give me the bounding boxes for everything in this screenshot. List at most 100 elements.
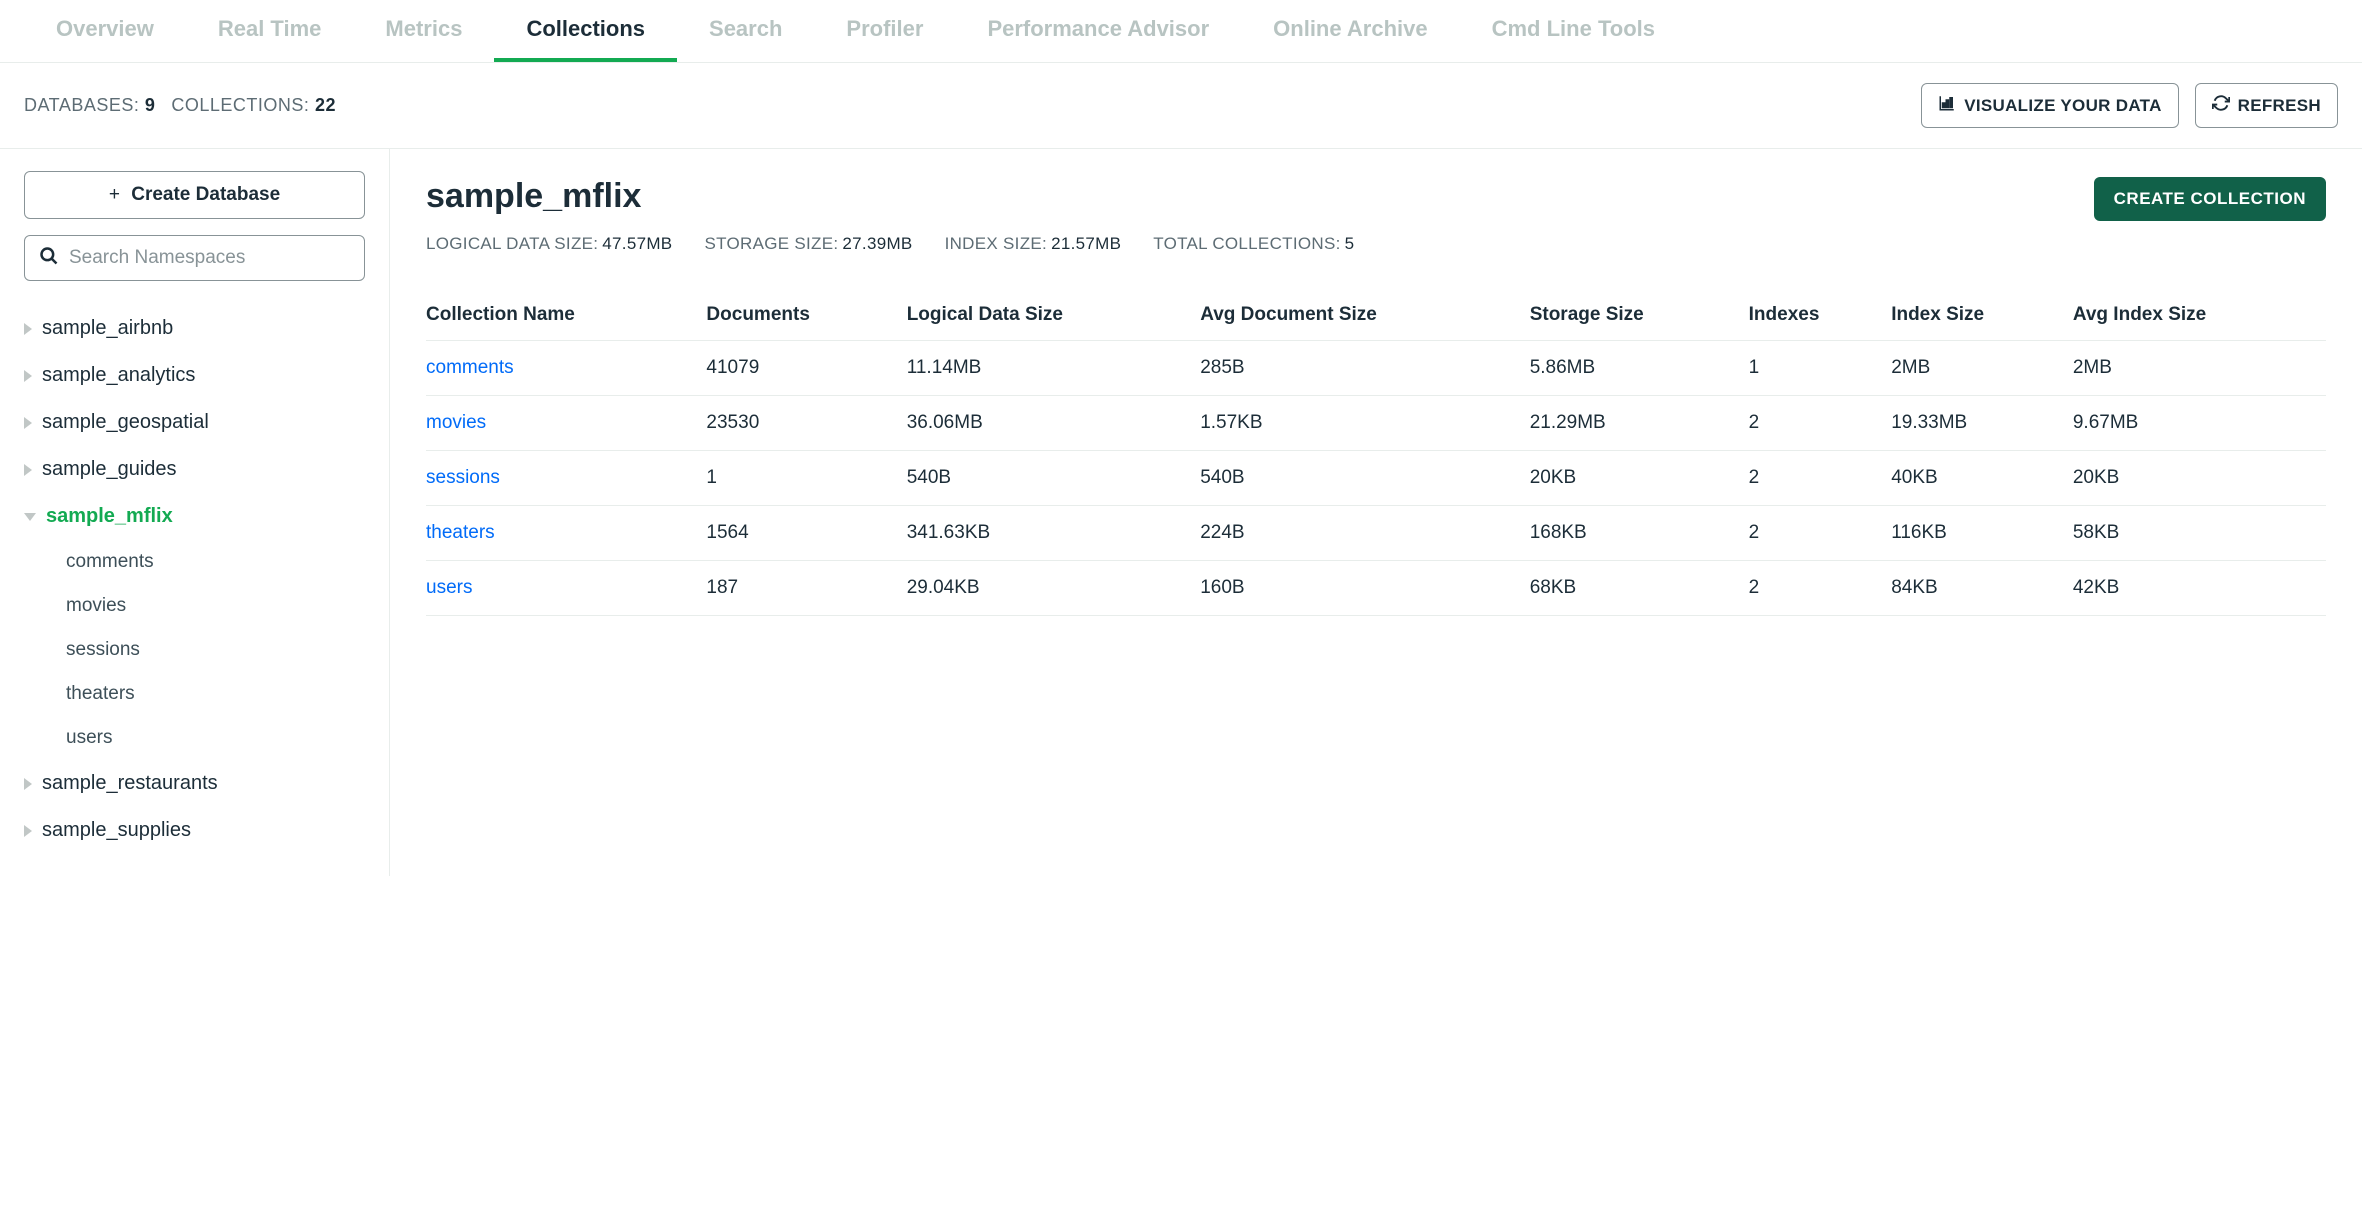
top-tabs: OverviewReal TimeMetricsCollectionsSearc… bbox=[0, 0, 2362, 63]
col-header[interactable]: Logical Data Size bbox=[907, 290, 1201, 341]
cell-index_size: 2MB bbox=[1891, 341, 2073, 396]
cell-storage_size: 168KB bbox=[1530, 506, 1749, 561]
col-header[interactable]: Documents bbox=[706, 290, 906, 341]
sidebar-collection-sessions[interactable]: sessions bbox=[24, 628, 365, 672]
cell-logical_data_size: 29.04KB bbox=[907, 561, 1201, 616]
collection-link-comments[interactable]: comments bbox=[426, 341, 706, 396]
col-header[interactable]: Storage Size bbox=[1530, 290, 1749, 341]
sidebar-collection-users[interactable]: users bbox=[24, 716, 365, 760]
col-header[interactable]: Index Size bbox=[1891, 290, 2073, 341]
table-row: comments4107911.14MB285B5.86MB12MB2MB bbox=[426, 341, 2326, 396]
col-header[interactable]: Avg Index Size bbox=[2073, 290, 2326, 341]
sidebar-db-sample_guides[interactable]: sample_guides bbox=[24, 446, 365, 493]
chevron-down-icon bbox=[24, 513, 36, 521]
tab-cmd-line-tools[interactable]: Cmd Line Tools bbox=[1460, 0, 1687, 62]
sidebar-db-sample_analytics[interactable]: sample_analytics bbox=[24, 352, 365, 399]
db-stat: STORAGE SIZE:27.39MB bbox=[704, 234, 912, 254]
collections-count: 22 bbox=[315, 95, 336, 115]
stat-value: 21.57MB bbox=[1051, 234, 1121, 253]
cell-documents: 41079 bbox=[706, 341, 906, 396]
col-header[interactable]: Avg Document Size bbox=[1200, 290, 1529, 341]
sidebar-db-label: sample_restaurants bbox=[42, 772, 218, 795]
create-collection-button[interactable]: CREATE COLLECTION bbox=[2094, 177, 2326, 221]
cell-storage_size: 5.86MB bbox=[1530, 341, 1749, 396]
sidebar-collection-movies[interactable]: movies bbox=[24, 584, 365, 628]
stat-value: 47.57MB bbox=[602, 234, 672, 253]
db-stat: TOTAL COLLECTIONS:5 bbox=[1153, 234, 1354, 254]
tab-performance-advisor[interactable]: Performance Advisor bbox=[955, 0, 1241, 62]
databases-label: DATABASES: bbox=[24, 95, 139, 115]
chevron-right-icon bbox=[24, 417, 32, 429]
tab-collections[interactable]: Collections bbox=[494, 0, 677, 62]
sidebar-collection-comments[interactable]: comments bbox=[24, 540, 365, 584]
table-row: movies2353036.06MB1.57KB21.29MB219.33MB9… bbox=[426, 396, 2326, 451]
refresh-button[interactable]: REFRESH bbox=[2195, 83, 2338, 128]
table-row: users18729.04KB160B68KB284KB42KB bbox=[426, 561, 2326, 616]
db-stat: LOGICAL DATA SIZE:47.57MB bbox=[426, 234, 672, 254]
cell-avg_doc_size: 160B bbox=[1200, 561, 1529, 616]
collection-link-theaters[interactable]: theaters bbox=[426, 506, 706, 561]
collection-link-users[interactable]: users bbox=[426, 561, 706, 616]
stat-value: 27.39MB bbox=[842, 234, 912, 253]
tab-metrics[interactable]: Metrics bbox=[353, 0, 494, 62]
visualize-label: VISUALIZE YOUR DATA bbox=[1964, 96, 2161, 116]
stat-value: 5 bbox=[1345, 234, 1355, 253]
cell-avg_index_size: 42KB bbox=[2073, 561, 2326, 616]
cell-logical_data_size: 540B bbox=[907, 451, 1201, 506]
cell-index_size: 84KB bbox=[1891, 561, 2073, 616]
database-stats: LOGICAL DATA SIZE:47.57MB STORAGE SIZE:27… bbox=[426, 234, 1354, 254]
tab-online-archive[interactable]: Online Archive bbox=[1241, 0, 1459, 62]
stat-label: LOGICAL DATA SIZE: bbox=[426, 234, 598, 253]
table-header-row: Collection NameDocumentsLogical Data Siz… bbox=[426, 290, 2326, 341]
sidebar-db-sample_geospatial[interactable]: sample_geospatial bbox=[24, 399, 365, 446]
create-database-label: Create Database bbox=[131, 184, 280, 205]
collection-link-sessions[interactable]: sessions bbox=[426, 451, 706, 506]
visualize-button[interactable]: VISUALIZE YOUR DATA bbox=[1921, 83, 2178, 128]
cell-indexes: 2 bbox=[1749, 451, 1892, 506]
cell-storage_size: 21.29MB bbox=[1530, 396, 1749, 451]
sidebar-db-sample_airbnb[interactable]: sample_airbnb bbox=[24, 305, 365, 352]
sidebar-db-label: sample_mflix bbox=[46, 505, 173, 528]
stat-label: STORAGE SIZE: bbox=[704, 234, 838, 253]
cell-avg_index_size: 9.67MB bbox=[2073, 396, 2326, 451]
cell-logical_data_size: 36.06MB bbox=[907, 396, 1201, 451]
sidebar-db-label: sample_airbnb bbox=[42, 317, 173, 340]
collections-table: Collection NameDocumentsLogical Data Siz… bbox=[426, 290, 2326, 616]
cell-indexes: 2 bbox=[1749, 561, 1892, 616]
chevron-right-icon bbox=[24, 825, 32, 837]
cell-avg_index_size: 2MB bbox=[2073, 341, 2326, 396]
cell-documents: 187 bbox=[706, 561, 906, 616]
cell-indexes: 2 bbox=[1749, 396, 1892, 451]
table-row: theaters1564341.63KB224B168KB2116KB58KB bbox=[426, 506, 2326, 561]
sidebar-collection-theaters[interactable]: theaters bbox=[24, 672, 365, 716]
collections-label: COLLECTIONS: bbox=[171, 95, 309, 115]
col-header[interactable]: Collection Name bbox=[426, 290, 706, 341]
chevron-right-icon bbox=[24, 778, 32, 790]
database-title: sample_mflix bbox=[426, 177, 1354, 216]
sidebar-db-sample_supplies[interactable]: sample_supplies bbox=[24, 807, 365, 854]
create-database-button[interactable]: + Create Database bbox=[24, 171, 365, 219]
cell-indexes: 2 bbox=[1749, 506, 1892, 561]
cell-index_size: 116KB bbox=[1891, 506, 2073, 561]
cell-index_size: 19.33MB bbox=[1891, 396, 2073, 451]
databases-count: 9 bbox=[145, 95, 156, 115]
chevron-right-icon bbox=[24, 464, 32, 476]
chevron-right-icon bbox=[24, 370, 32, 382]
cell-index_size: 40KB bbox=[1891, 451, 2073, 506]
sidebar-db-sample_mflix[interactable]: sample_mflix bbox=[24, 493, 365, 540]
collection-link-movies[interactable]: movies bbox=[426, 396, 706, 451]
content-area: + Create Database sample_airbnb sample_an… bbox=[0, 149, 2362, 876]
tab-profiler[interactable]: Profiler bbox=[814, 0, 955, 62]
search-input[interactable] bbox=[59, 237, 350, 279]
sub-header: DATABASES: 9 COLLECTIONS: 22 VISUALIZE Y… bbox=[0, 63, 2362, 149]
tab-search[interactable]: Search bbox=[677, 0, 814, 62]
db-stat: INDEX SIZE:21.57MB bbox=[945, 234, 1122, 254]
cell-documents: 1 bbox=[706, 451, 906, 506]
sidebar-db-label: sample_guides bbox=[42, 458, 177, 481]
cell-avg_doc_size: 1.57KB bbox=[1200, 396, 1529, 451]
tab-real-time[interactable]: Real Time bbox=[186, 0, 354, 62]
col-header[interactable]: Indexes bbox=[1749, 290, 1892, 341]
tab-overview[interactable]: Overview bbox=[24, 0, 186, 62]
sidebar-db-sample_restaurants[interactable]: sample_restaurants bbox=[24, 760, 365, 807]
stats-summary: DATABASES: 9 COLLECTIONS: 22 bbox=[24, 95, 336, 116]
